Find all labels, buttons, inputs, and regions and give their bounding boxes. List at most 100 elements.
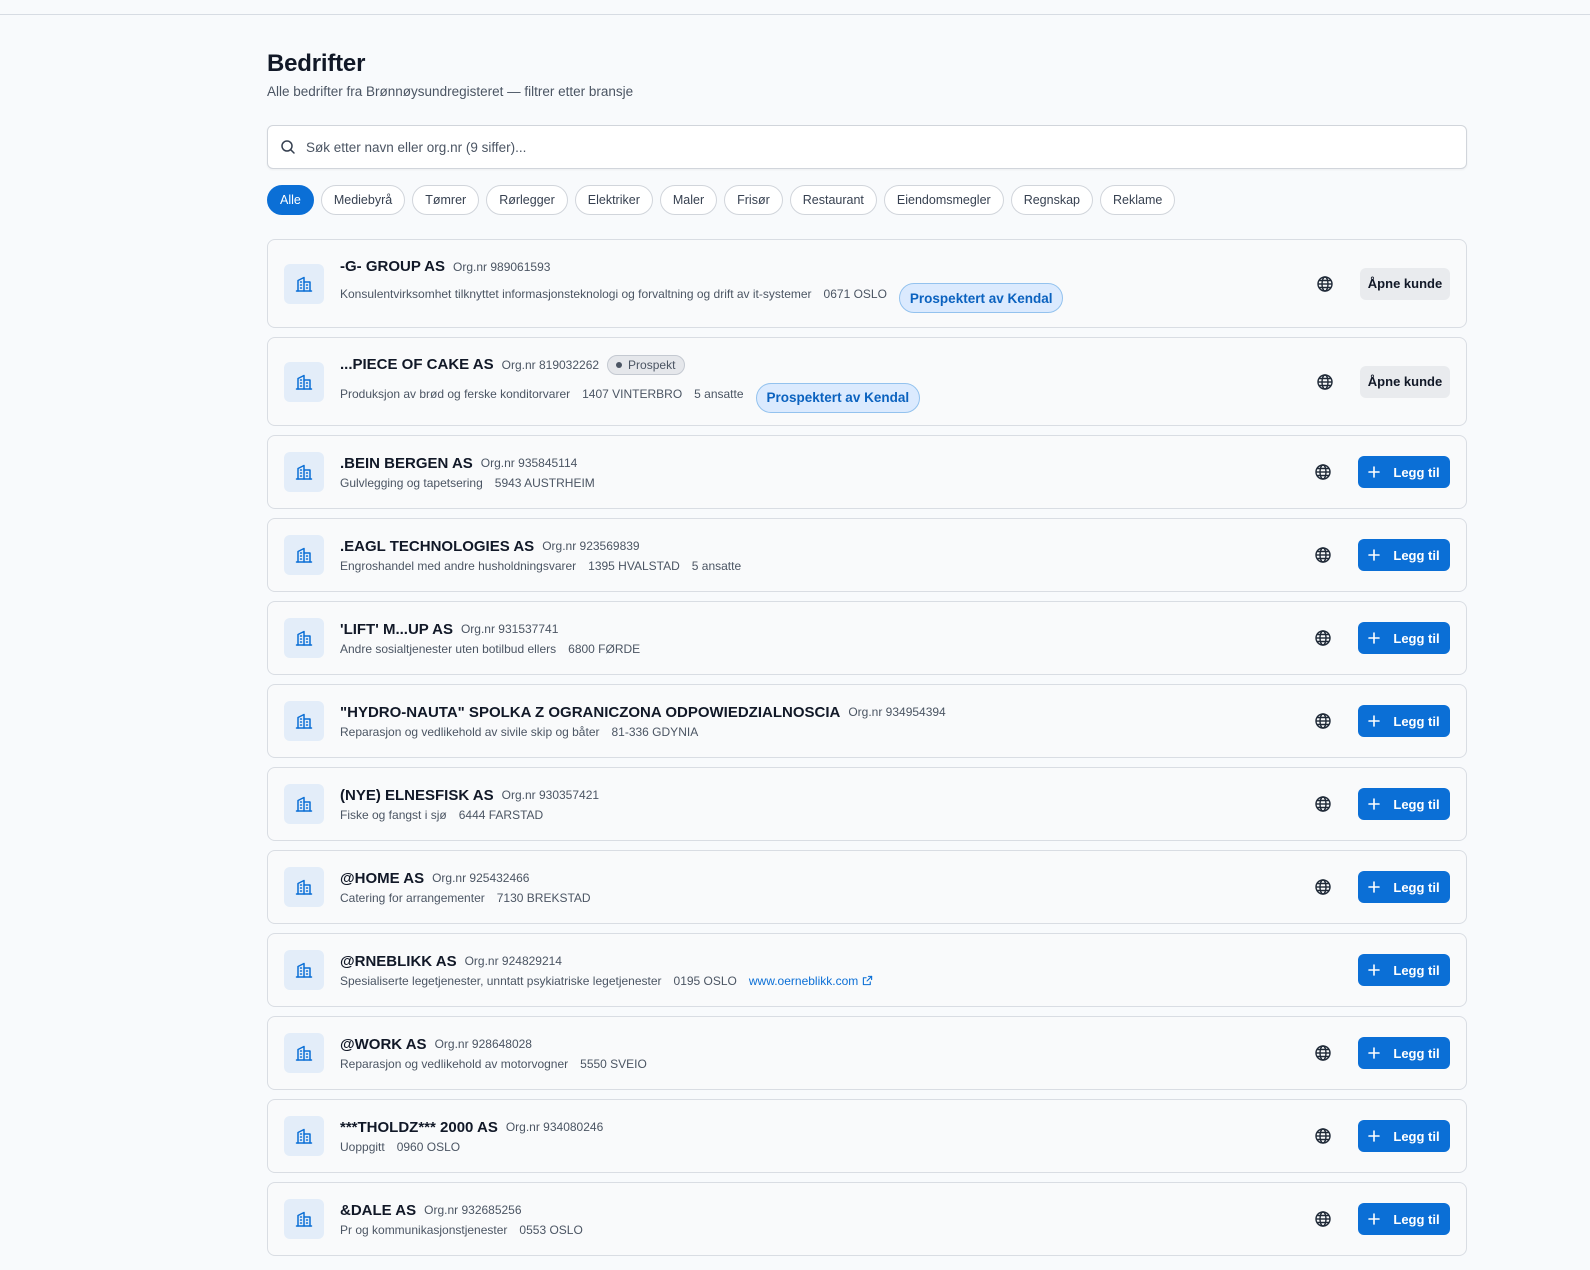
company-card[interactable]: 'LIFT' M...UP AS Org.nr 931537741 Andre so… [267, 601, 1467, 675]
company-card[interactable]: .EAGL TECHNOLOGIES AS Org.nr 923569839 Eng… [267, 518, 1467, 592]
building-icon [295, 1211, 313, 1227]
company-industry: Engroshandel med andre husholdningsvarer [340, 558, 577, 573]
company-location: 0553 OSLO [519, 1222, 583, 1237]
globe-icon[interactable] [1314, 1210, 1332, 1228]
company-org-number: Org.nr 931537741 [460, 622, 559, 636]
company-location: 0195 OSLO [673, 973, 737, 988]
company-info: .BEIN BERGEN AS Org.nr 935845114 Gulvleggi… [340, 455, 1314, 490]
filter-chip-0[interactable]: Alle [267, 185, 314, 215]
add-company-button[interactable]: Legg til [1358, 705, 1450, 737]
company-location: 6800 FØRDE [568, 641, 641, 656]
globe-icon[interactable] [1314, 629, 1332, 647]
globe-icon[interactable] [1314, 878, 1332, 896]
company-name: "HYDRO-NAUTA" SPOLKA Z OGRANICZONA ODPOW… [340, 703, 841, 721]
company-industry: Produksjon av brød og ferske konditorvar… [340, 386, 571, 401]
company-location: 6444 FARSTAD [458, 807, 544, 822]
company-card[interactable]: -G- GROUP AS Org.nr 989061593 Konsulentvir… [267, 239, 1467, 328]
add-company-button[interactable]: Legg til [1358, 871, 1450, 903]
company-name: &DALE AS [340, 1201, 417, 1219]
company-org-number: Org.nr 923569839 [542, 539, 640, 553]
building-icon [295, 962, 313, 978]
company-card[interactable]: ***THOLDZ*** 2000 AS Org.nr 934080246 Uopp… [267, 1099, 1467, 1173]
company-card[interactable]: "HYDRO-NAUTA" SPOLKA Z OGRANICZONA ODPOW… [267, 684, 1467, 758]
company-name: .BEIN BERGEN AS [340, 454, 473, 472]
building-icon [295, 464, 313, 480]
company-card[interactable]: .BEIN BERGEN AS Org.nr 935845114 Gulvleggi… [267, 435, 1467, 509]
company-avatar [284, 618, 324, 658]
add-company-button[interactable]: Legg til [1358, 954, 1450, 986]
building-icon [295, 713, 313, 729]
plus-icon [1368, 881, 1381, 893]
external-link-icon [863, 975, 873, 986]
company-location: 81-336 GDYNIA [611, 724, 699, 739]
filter-chip-6[interactable]: Frisør [724, 185, 783, 215]
company-industry: Reparasjon og vedlikehold av motorvogner [340, 1056, 569, 1071]
building-icon [295, 374, 313, 390]
filter-chip-9[interactable]: Regnskap [1010, 185, 1093, 215]
filter-chip-7[interactable]: Restaurant [789, 185, 877, 215]
filter-chip-10[interactable]: Reklame [1100, 185, 1176, 215]
globe-icon[interactable] [1314, 712, 1332, 730]
add-company-button[interactable]: Legg til [1358, 1203, 1450, 1235]
building-icon [295, 796, 313, 812]
company-employees: 5 ansatte [691, 558, 742, 573]
building-icon [295, 276, 313, 292]
company-industry: Pr og kommunikasjonstjenester [340, 1222, 508, 1237]
company-avatar [284, 361, 324, 402]
main-content: Bedrifter Alle bedrifter fra Brønnøysund… [267, 48, 1467, 1256]
add-company-button[interactable]: Legg til [1358, 539, 1450, 571]
company-info: @WORK AS Org.nr 928648028 Reparasjon og ve… [340, 1036, 1314, 1071]
globe-icon[interactable] [1314, 546, 1332, 564]
search-input[interactable] [304, 138, 1454, 156]
company-avatar [284, 1033, 324, 1073]
building-icon [295, 1128, 313, 1144]
filter-chip-3[interactable]: Rørlegger [486, 185, 568, 215]
building-icon [295, 630, 313, 646]
top-divider [0, 14, 1590, 15]
company-avatar [284, 1199, 324, 1239]
company-name: @WORK AS [340, 1035, 427, 1053]
company-location: 1407 VINTERBRO [582, 386, 683, 401]
company-card[interactable]: &DALE AS Org.nr 932685256 Pr og kommunikas… [267, 1182, 1467, 1256]
add-company-button[interactable]: Legg til [1358, 1120, 1450, 1152]
search-box[interactable] [267, 125, 1467, 169]
company-name: ...PIECE OF CAKE AS [340, 356, 494, 373]
page-subtitle: Alle bedrifter fra Brønnøysundregisteret… [267, 84, 634, 99]
status-badge: Prospekt [607, 354, 686, 375]
globe-icon[interactable] [1314, 463, 1332, 481]
company-card[interactable]: (NYE) ELNESFISK AS Org.nr 930357421 Fiske … [267, 767, 1467, 841]
filter-chip-1[interactable]: Mediebyrå [320, 185, 406, 215]
add-company-button[interactable]: Legg til [1358, 456, 1450, 488]
company-location: 7130 BREKSTAD [496, 890, 591, 905]
globe-icon[interactable] [1314, 1044, 1332, 1062]
filter-chip-2[interactable]: Tømrer [412, 185, 480, 215]
company-website-link[interactable]: www.oerneblikk.com [749, 974, 873, 988]
plus-icon [1368, 1047, 1381, 1059]
open-customer-button[interactable]: Åpne kunde [1360, 267, 1450, 300]
company-avatar [284, 452, 324, 492]
company-card[interactable]: ...PIECE OF CAKE AS Org.nr 819032262 Prosp… [267, 337, 1467, 426]
filter-chip-4[interactable]: Elektriker [574, 185, 653, 215]
open-customer-button[interactable]: Åpne kunde [1360, 365, 1450, 398]
company-card[interactable]: @HOME AS Org.nr 925432466 Catering for arr… [267, 850, 1467, 924]
company-industry: Konsulentvirksomhet tilknyttet informasj… [340, 287, 812, 301]
company-org-number: Org.nr 932685256 [424, 1203, 522, 1217]
filter-chip-8[interactable]: Eiendomsmegler [883, 185, 1004, 215]
plus-icon [1368, 964, 1381, 976]
add-company-button[interactable]: Legg til [1358, 1037, 1450, 1069]
globe-icon[interactable] [1316, 373, 1334, 391]
globe-icon[interactable] [1314, 795, 1332, 813]
filter-chip-5[interactable]: Maler [659, 185, 718, 215]
company-list: -G- GROUP AS Org.nr 989061593 Konsulentvir… [267, 239, 1467, 1256]
company-location: 5550 SVEIO [580, 1056, 647, 1071]
company-name: @RNEBLIKK AS [340, 952, 457, 970]
add-company-button[interactable]: Legg til [1358, 622, 1450, 654]
company-card[interactable]: @WORK AS Org.nr 928648028 Reparasjon og ve… [267, 1016, 1467, 1090]
plus-icon [1368, 632, 1381, 644]
company-location: 1395 HVALSTAD [588, 558, 680, 573]
globe-icon[interactable] [1316, 275, 1334, 293]
add-company-button[interactable]: Legg til [1358, 788, 1450, 820]
globe-icon[interactable] [1314, 1127, 1332, 1145]
company-card[interactable]: @RNEBLIKK AS Org.nr 924829214 Spesialisert… [267, 933, 1467, 1007]
company-info: @RNEBLIKK AS Org.nr 924829214 Spesialisert… [340, 953, 1314, 988]
